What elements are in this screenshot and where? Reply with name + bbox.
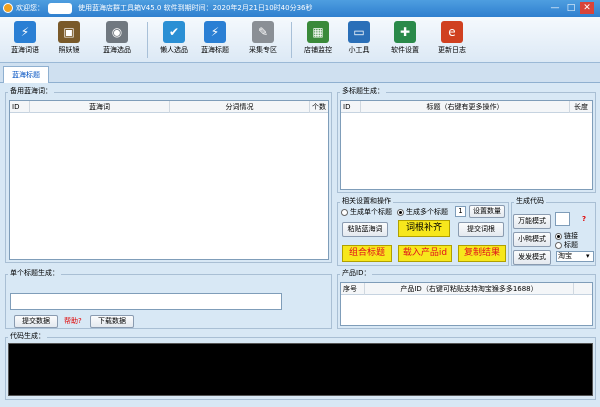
radio-title[interactable] (555, 242, 562, 249)
settings-ops-legend: 相关设置和操作 (340, 197, 393, 206)
toolbar-button-lanhai-ciyu[interactable]: ⚡ 蓝海词语 (0, 19, 50, 61)
toolbar-button-caiji[interactable]: ✎ 采集专区 (238, 19, 288, 61)
small-duck-mode-button[interactable]: 小鸭模式 (513, 232, 551, 247)
table-header: ID 蓝海词 分词情况 个数 (10, 101, 328, 113)
search-tool-icon: ✎ (252, 21, 274, 43)
column-header-id[interactable]: ID (341, 101, 361, 113)
single-title-input[interactable] (10, 293, 282, 310)
toolbar-button-gengxin-rizhi[interactable]: e 更新日志 (427, 19, 477, 61)
disc-icon: ◉ (106, 21, 128, 43)
single-title-legend: 单个标题生成： (8, 269, 61, 278)
multi-title-legend: 多标题生成： (340, 87, 386, 96)
minimize-button[interactable]: — (548, 2, 562, 14)
help-link[interactable]: 帮助? (64, 317, 82, 326)
product-id-table[interactable]: 序号 产品ID（右键可粘贴支持淘宝猴多多1688） (340, 282, 593, 326)
column-header-keyword[interactable]: 蓝海词 (30, 101, 170, 113)
radio-title-label: 标题 (564, 241, 578, 249)
paste-keywords-button[interactable]: 粘贴蓝海词 (342, 222, 388, 237)
toolbar-label: 照妖镜 (58, 46, 80, 54)
copy-result-button[interactable]: 复制结果 (458, 245, 506, 262)
computer-icon: ▭ (348, 21, 370, 43)
platform-select[interactable]: 淘宝 ▾ (556, 251, 594, 262)
column-header-count[interactable]: 个数 (310, 101, 328, 113)
backup-keywords-table[interactable]: ID 蓝海词 分词情况 个数 (9, 100, 329, 260)
welcome-label: 欢迎您： (16, 4, 44, 12)
send-mode-button[interactable]: 发发模式 (513, 250, 551, 265)
column-header-product-id[interactable]: 产品ID（右键可粘贴支持淘宝猴多多1688） (365, 283, 574, 295)
title-text: 使用蓝海店群工具箱V45.0 软件到期时间：2020年2月21日10时40分36… (78, 4, 313, 12)
radio-single-title[interactable] (341, 209, 348, 216)
shield-icon: ⚡ (14, 21, 36, 43)
radio-multi-title[interactable] (397, 209, 404, 216)
toolbar-label: 蓝海选品 (103, 46, 131, 54)
submit-root-button[interactable]: 提交词根 (458, 222, 504, 237)
set-count-button[interactable]: 设置数量 (469, 205, 505, 218)
check-shield-icon: ✔ (163, 21, 185, 43)
code-mode-legend: 生成代码 (514, 197, 546, 206)
app-logo-icon (3, 3, 13, 13)
maximize-button[interactable]: □ (564, 2, 578, 14)
toolbar-separator (291, 22, 292, 58)
tab-lanhai-biaoti[interactable]: 蓝海标题 (3, 66, 49, 83)
universal-mode-button[interactable]: 万能模式 (513, 214, 551, 229)
submit-data-button[interactable]: 提交数据 (14, 315, 58, 328)
radio-multi-label: 生成多个标题 (406, 208, 448, 216)
toolbar-button-lanhai-xuanpin[interactable]: ◉ 蓝海选品 (92, 19, 142, 61)
column-header-length[interactable]: 长度 (570, 101, 592, 113)
toolbar-label: 蓝海标题 (201, 46, 229, 54)
column-header-segmentation[interactable]: 分词情况 (170, 101, 310, 113)
help-question-mark[interactable]: ? (582, 215, 586, 224)
chevron-down-icon: ▾ (586, 252, 590, 260)
download-data-button[interactable]: 下载数据 (90, 315, 134, 328)
toolbar-label: 采集专区 (249, 46, 277, 54)
toolbar-label: 小工具 (348, 46, 370, 54)
briefcase-icon: ▣ (58, 21, 80, 43)
toolbar-button-lanhai-biaoti[interactable]: ⚡ 蓝海标题 (190, 19, 240, 61)
radio-single-label: 生成单个标题 (350, 208, 392, 216)
fill-root-button[interactable]: 词根补齐 (398, 220, 450, 237)
username-field (48, 3, 72, 14)
title-bar: 欢迎您： 使用蓝海店群工具箱V45.0 软件到期时间：2020年2月21日10时… (0, 0, 600, 17)
toolbar-button-xiaogongju[interactable]: ▭ 小工具 (334, 19, 384, 61)
toolbar-button-ruanjian-shezhi[interactable]: ✚ 软件设置 (380, 19, 430, 61)
table-header: 序号 产品ID（右键可粘贴支持淘宝猴多多1688） (341, 283, 592, 295)
toolbar-label: 蓝海词语 (11, 46, 39, 54)
code-output-textarea[interactable] (8, 343, 593, 396)
toolbar-label: 更新日志 (438, 46, 466, 54)
toolbar: ⚡ 蓝海词语 ▣ 照妖镜 ◉ 蓝海选品 ✔ 懒人选品 ⚡ 蓝海标题 ✎ 采集专区 ▦ 店铺监控… (0, 17, 600, 63)
radio-link-label: 链接 (564, 232, 578, 240)
column-header-title[interactable]: 标题（右键有更多操作） (361, 101, 570, 113)
mode-value-input[interactable] (555, 212, 570, 226)
column-header-seq[interactable]: 序号 (341, 283, 365, 295)
column-header-id[interactable]: ID (10, 101, 30, 113)
import-product-id-button[interactable]: 载入产品id (398, 245, 452, 262)
backup-keywords-legend: 备用蓝海词： (8, 87, 54, 96)
toolbar-separator (147, 22, 148, 58)
multi-title-table[interactable]: ID 标题（右键有更多操作） 长度 (340, 100, 593, 190)
combine-title-button[interactable]: 组合标题 (342, 245, 392, 262)
tab-strip (0, 63, 600, 83)
lightning-shield-icon: ⚡ (204, 21, 226, 43)
monitor-icon: ▦ (307, 21, 329, 43)
toolbar-label: 软件设置 (391, 46, 419, 54)
toolbar-button-zhaoyaojing[interactable]: ▣ 照妖镜 (44, 19, 94, 61)
radio-link[interactable] (555, 233, 562, 240)
platform-select-value: 淘宝 (558, 252, 572, 260)
count-input[interactable]: 1 (455, 206, 466, 217)
code-output-legend: 代码生成： (8, 332, 47, 341)
table-header: ID 标题（右键有更多操作） 长度 (341, 101, 592, 113)
settings-screen-icon: ✚ (394, 21, 416, 43)
product-id-legend: 产品ID： (340, 269, 373, 278)
close-button[interactable]: ✕ (580, 2, 594, 14)
ie-icon: e (441, 21, 463, 43)
